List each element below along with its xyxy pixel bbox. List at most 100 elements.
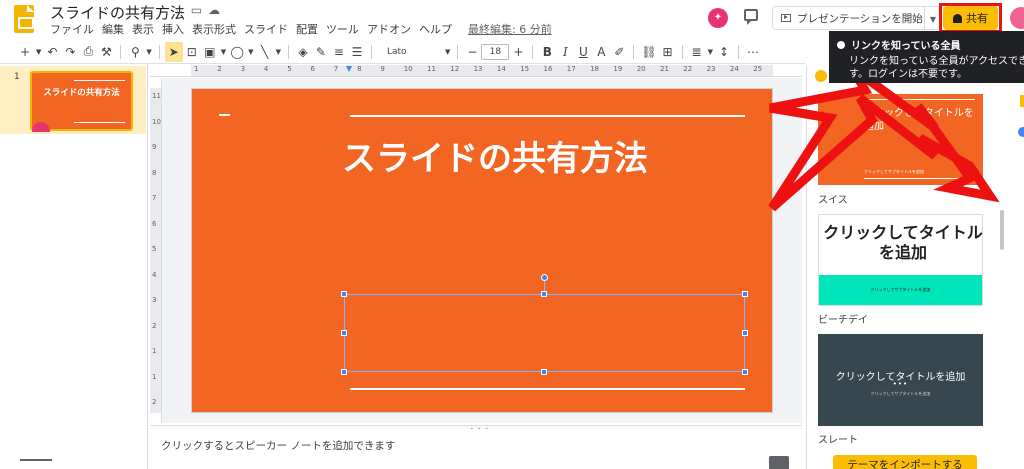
menu-help[interactable]: ヘルプ: [419, 21, 452, 37]
chevron-down-icon[interactable]: ▼: [443, 42, 452, 62]
print-icon[interactable]: ⎙: [79, 42, 97, 62]
keep-icon[interactable]: [1020, 95, 1024, 107]
slide[interactable]: スライドの共有方法: [191, 88, 773, 413]
undo-icon[interactable]: ↶: [43, 42, 61, 62]
menu-tools[interactable]: ツール: [326, 21, 359, 37]
theme-slate-subtitle: クリックしてサブタイトルを追加: [870, 391, 931, 396]
chevron-down-icon[interactable]: ▼: [219, 42, 228, 62]
horizontal-ruler[interactable]: 1 2 3 4 5 6 7 8 9 10 11 12 13 14 15 16 17 18 19 20 21 22 23 24 2…: [150, 65, 802, 77]
speaker-notes[interactable]: クリックするとスピーカー ノートを追加できます: [150, 429, 802, 469]
ruler-tick-label: 19: [613, 65, 623, 73]
increase-font-size-icon[interactable]: +: [509, 42, 527, 62]
bold-icon[interactable]: B: [538, 42, 556, 62]
highlight-color-icon[interactable]: ✐: [610, 42, 628, 62]
tooltip-title: リンクを知っている全員: [851, 41, 961, 52]
menu-slide[interactable]: スライド: [244, 21, 288, 37]
image-icon[interactable]: ▣: [201, 42, 219, 62]
folder-move-icon[interactable]: ▭: [191, 3, 202, 17]
fill-color-icon[interactable]: ◈: [294, 42, 312, 62]
star-icon[interactable]: ☆: [174, 3, 185, 17]
resize-handle-n[interactable]: [541, 291, 547, 297]
tasks-icon[interactable]: [1018, 127, 1024, 137]
resize-handle-w[interactable]: [341, 330, 347, 336]
menu-insert[interactable]: 挿入: [162, 21, 184, 37]
line-spacing-icon[interactable]: ↕: [715, 42, 733, 62]
new-slide-icon[interactable]: +: [16, 42, 34, 62]
subtitle-placeholder[interactable]: [344, 294, 745, 372]
slides-logo-icon[interactable]: [14, 5, 34, 33]
ruler-tick-label: 25: [753, 65, 763, 73]
ruler-tick-label: 24: [729, 65, 739, 73]
text-box-icon[interactable]: ⊡: [183, 42, 201, 62]
vertical-ruler[interactable]: 11 10 9 8 7 6 5 4 3 2 1 1 2: [150, 78, 162, 423]
border-color-icon[interactable]: ✎: [312, 42, 330, 62]
font-size-input[interactable]: 18: [481, 43, 510, 60]
line-icon[interactable]: ╲: [256, 42, 274, 62]
chevron-down-icon[interactable]: ▼: [930, 15, 936, 24]
menu-view[interactable]: 表示: [132, 21, 154, 37]
select-tool-icon[interactable]: ➤: [164, 41, 183, 62]
resize-handle-sw[interactable]: [341, 369, 347, 375]
chevron-down-icon[interactable]: ▼: [246, 42, 255, 62]
theme-slate-label: スレート: [818, 435, 858, 446]
present-button[interactable]: プレゼンテーションを開始 ▼: [772, 6, 940, 30]
ruler-tick-label: 1: [152, 347, 157, 355]
theme-beach-day[interactable]: クリックしてタイトルを追加 クリックしてサブタイトルを追加: [818, 214, 983, 306]
border-dash-icon[interactable]: ☰: [348, 42, 366, 62]
chevron-down-icon[interactable]: ▼: [144, 42, 153, 62]
share-tooltip: リンクを知っている全員 リンクを知っている全員がアクセスできま す。ログインは不…: [829, 31, 1024, 83]
menu-arrange[interactable]: 配置: [296, 21, 318, 37]
resize-handle-se[interactable]: [742, 369, 748, 375]
chevron-down-icon[interactable]: ▼: [34, 42, 43, 62]
text-color-icon[interactable]: A: [592, 42, 610, 62]
ruler-tick-label: 6: [152, 219, 157, 228]
collaborator-avatar[interactable]: ✦: [708, 8, 728, 28]
theme-swiss[interactable]: クリックしてタイトルを追加 クリックしてサブタイトルを追加: [818, 94, 983, 185]
menu-addons[interactable]: アドオン: [367, 21, 411, 37]
decrease-font-size-icon[interactable]: −: [463, 42, 481, 62]
toolbar: + ▼ ↶ ↷ ⎙ ⚒ ⚲ ▼ ➤ ⊡ ▣ ▼ ◯ ▼ ╲ ▼ ◈ ✎ ≡ ☰ …: [0, 40, 805, 64]
theme-slate[interactable]: クリックしてタイトルを追加 ••• クリックしてサブタイトルを追加: [818, 334, 983, 426]
chevron-down-icon[interactable]: ▼: [706, 42, 715, 62]
comment-icon[interactable]: [744, 9, 758, 25]
resize-handle-ne[interactable]: [742, 291, 748, 297]
ruler-tick-label: 8: [152, 168, 157, 177]
theme-swiss-title: クリックしてタイトルを追加: [864, 108, 974, 132]
chevron-down-icon[interactable]: ▼: [274, 42, 283, 62]
cloud-status-icon[interactable]: ☁: [208, 3, 220, 17]
more-options-icon[interactable]: ⋯: [744, 42, 762, 62]
document-title[interactable]: スライドの共有方法: [50, 2, 185, 23]
shape-icon[interactable]: ◯: [228, 42, 246, 62]
align-icon[interactable]: ≣: [688, 42, 706, 62]
ruler-tick-label: 1: [194, 65, 199, 73]
notes-placeholder: クリックするとスピーカー ノートを追加できます: [161, 440, 396, 452]
thumbnail-title: スライドの共有方法: [43, 88, 120, 98]
resize-handle-e[interactable]: [742, 330, 748, 336]
zoom-icon[interactable]: ⚲: [126, 42, 144, 62]
border-weight-icon[interactable]: ≡: [330, 42, 348, 62]
explore-icon[interactable]: [769, 456, 789, 469]
menu-edit[interactable]: 編集: [102, 21, 124, 37]
slide-thumbnail[interactable]: スライドの共有方法: [30, 71, 133, 131]
panel-scrollbar[interactable]: [1000, 210, 1004, 250]
slide-title[interactable]: スライドの共有方法: [342, 131, 702, 180]
ruler-tick-label: 10: [152, 117, 161, 126]
menu-format[interactable]: 表示形式: [192, 21, 236, 37]
last-edit-link[interactable]: 最終編集: 6 分前: [468, 21, 552, 37]
menu-file[interactable]: ファイル: [50, 21, 94, 37]
ruler-tick-label: 4: [152, 270, 157, 279]
import-theme-button[interactable]: テーマをインポートする: [833, 455, 977, 469]
ruler-tick-label: 5: [287, 65, 292, 73]
underline-icon[interactable]: U: [574, 42, 592, 62]
italic-icon[interactable]: I: [556, 42, 574, 62]
account-avatar[interactable]: [1010, 7, 1024, 29]
link-icon[interactable]: ⛓: [639, 42, 658, 62]
paint-format-icon[interactable]: ⚒: [97, 42, 115, 62]
redo-icon[interactable]: ↷: [61, 42, 79, 62]
resize-handle-nw[interactable]: [341, 291, 347, 297]
font-select[interactable]: Lato: [377, 42, 443, 62]
add-comment-icon[interactable]: ⊞: [659, 42, 677, 62]
ruler-tick-label: 15: [520, 65, 530, 73]
resize-handle-s[interactable]: [541, 369, 547, 375]
rotate-handle[interactable]: [541, 274, 548, 281]
